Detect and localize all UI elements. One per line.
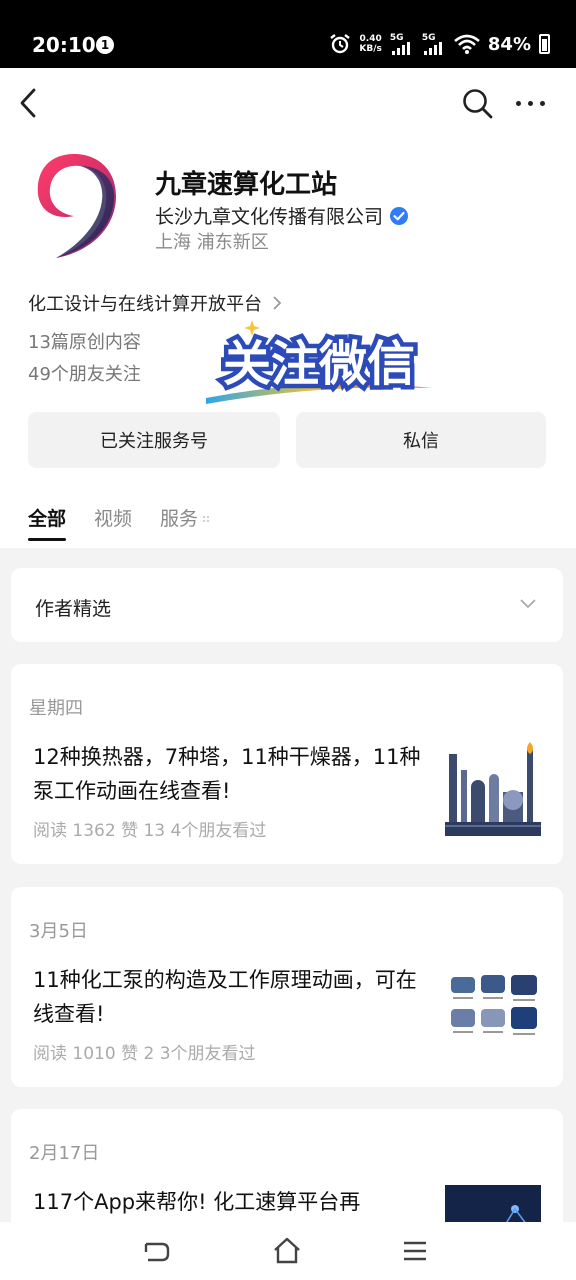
- nav-home-icon[interactable]: [272, 1236, 302, 1266]
- nav-back-icon[interactable]: [142, 1240, 172, 1264]
- status-bar: 20:10 1 0.40 KB/s 5G 5G 84%: [0, 0, 576, 68]
- article-stats: 阅读 1010 赞 2 3个朋友看过: [33, 1044, 256, 1064]
- company-row[interactable]: 长沙九章文化传播有限公司: [155, 202, 409, 229]
- article-date: 3月5日: [29, 921, 88, 942]
- article-date: 星期四: [29, 698, 83, 719]
- account-name: 九章速算化工站: [155, 170, 338, 200]
- article-title[interactable]: 11种化工泵的构造及工作原理动画，可在线查看!: [33, 963, 433, 1031]
- article-thumbnail[interactable]: [445, 963, 541, 1059]
- status-time: 20:10: [32, 33, 96, 57]
- notification-badge: 1: [96, 36, 114, 54]
- description: 化工设计与在线计算开放平台: [28, 294, 262, 315]
- profile-panel: 九章速算化工站 长沙九章文化传播有限公司 上海 浦东新区 化工设计与在线计算开放…: [0, 68, 576, 548]
- author-picks-label: 作者精选: [35, 598, 112, 620]
- article-title[interactable]: 117个App来帮你! 化工速算平台再: [33, 1185, 433, 1219]
- tab-all[interactable]: 全部: [28, 504, 67, 541]
- article-date: 2月17日: [29, 1143, 100, 1164]
- back-icon[interactable]: [14, 86, 46, 120]
- chevron-down-icon: [520, 599, 536, 609]
- signal-icon-2: 5G: [422, 33, 446, 55]
- tab-video[interactable]: 视频: [94, 504, 132, 541]
- article-card[interactable]: 星期四 12种换热器，7种塔，11种干燥器，11种泵工作动画在线查看! 阅读 1…: [11, 664, 563, 864]
- tab-service[interactable]: 服务: [160, 504, 210, 541]
- article-thumbnail[interactable]: [445, 740, 541, 836]
- account-logo[interactable]: [34, 150, 118, 262]
- message-button[interactable]: 私信: [296, 412, 546, 468]
- net-speed: 0.40 KB/s: [359, 34, 382, 54]
- wifi-icon: [454, 34, 480, 54]
- system-nav-bar: [0, 1222, 576, 1280]
- alarm-icon: [330, 34, 351, 54]
- friends-following[interactable]: 49个朋友关注: [28, 360, 141, 386]
- company-name[interactable]: 长沙九章文化传播有限公司: [155, 202, 383, 229]
- article-card[interactable]: 3月5日 11种化工泵的构造及工作原理动画，可在线查看! 阅读 1010 赞 2…: [11, 887, 563, 1087]
- signal-icon-1: 5G: [390, 33, 414, 55]
- original-count[interactable]: 13篇原创内容: [28, 328, 141, 354]
- grid-dots-icon: [202, 515, 210, 523]
- follow-wechat-sticker: 关注微信: [206, 320, 432, 404]
- content-tabs: 全部 视频 服务: [28, 504, 210, 541]
- chevron-right-icon: [273, 296, 282, 310]
- article-stats: 阅读 1362 赞 13 4个朋友看过: [33, 821, 267, 841]
- description-row[interactable]: 化工设计与在线计算开放平台: [28, 290, 282, 316]
- status-icons: 0.40 KB/s 5G 5G 84%: [329, 30, 550, 58]
- search-icon[interactable]: [460, 86, 494, 120]
- article-title[interactable]: 12种换热器，7种塔，11种干燥器，11种泵工作动画在线查看!: [33, 740, 433, 808]
- more-icon[interactable]: [516, 96, 552, 110]
- battery-percent: 84%: [487, 33, 531, 55]
- svg-text:关注微信: 关注微信: [223, 336, 415, 392]
- verified-badge-icon: [390, 206, 409, 225]
- battery-icon: [539, 34, 550, 54]
- nav-menu-icon[interactable]: [402, 1240, 428, 1262]
- author-picks-card[interactable]: 作者精选: [11, 568, 563, 642]
- location: 上海 浦东新区: [155, 232, 269, 253]
- followed-button[interactable]: 已关注服务号: [28, 412, 280, 468]
